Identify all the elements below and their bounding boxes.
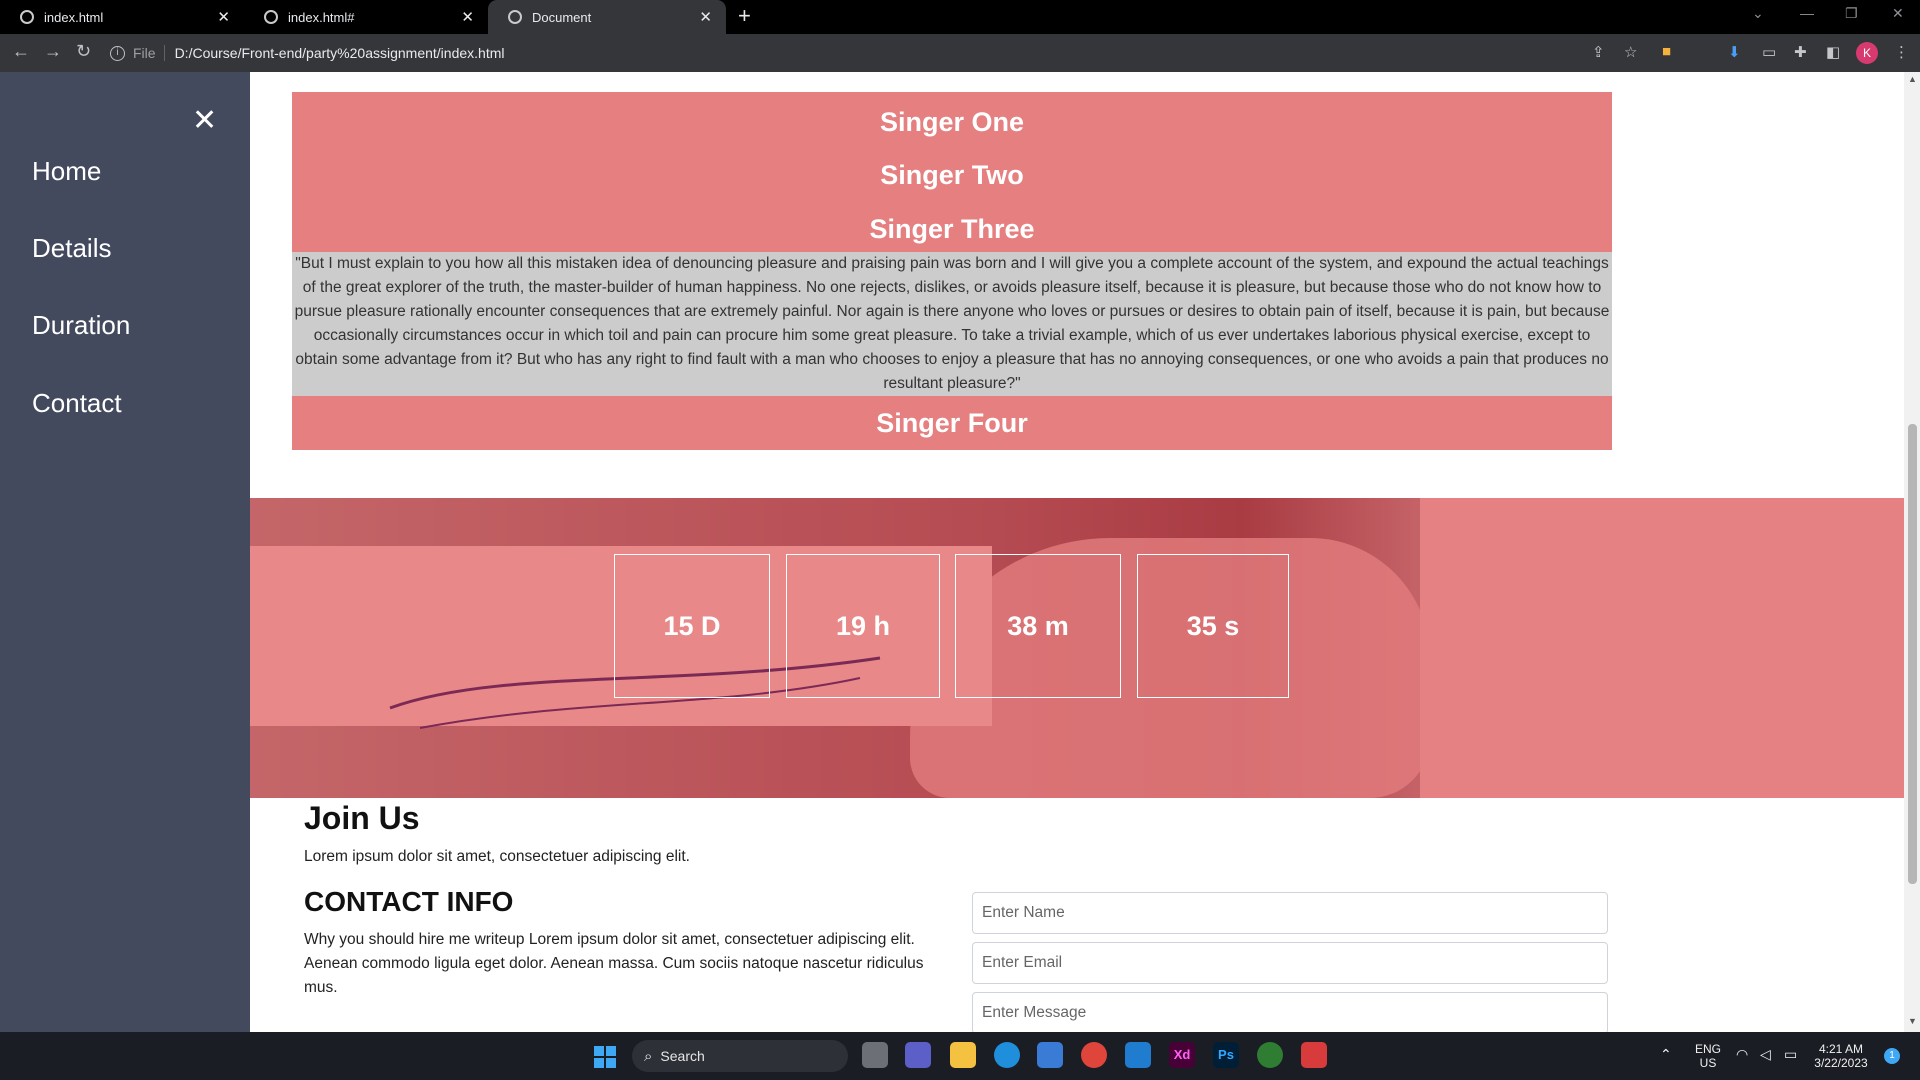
tab-title: Document [532,9,592,25]
scrollbar-thumb[interactable] [1908,424,1917,884]
close-tab-icon[interactable]: ✕ [699,8,712,26]
clock-time: 4:21 AM [1818,1042,1864,1056]
download-icon[interactable]: ⬇ [1728,43,1741,61]
search-icon: ⌕ [644,1047,653,1065]
close-tab-icon[interactable]: ✕ [217,8,230,26]
address-bar[interactable]: i File D:/Course/Front-end/party%20assig… [110,38,1600,68]
snipping-tool-icon[interactable] [1301,1042,1327,1068]
scroll-down-icon[interactable]: ▼ [1908,1016,1917,1026]
join-us-text: Lorem ipsum dolor sit amet, consectetuer… [304,848,690,865]
tab-title: index.html [44,9,104,25]
nav-item-details[interactable]: Details [32,233,111,264]
tab-index-html-hash[interactable]: index.html# ✕ [244,0,488,34]
store-icon[interactable] [1037,1042,1063,1068]
clock[interactable]: 4:21 AM 3/22/2023 [1806,1042,1876,1070]
extension-color-icon[interactable]: ■ [1662,43,1671,60]
side-navigation: ✕ Home Details Duration Contact [0,72,250,1032]
countdown-seconds: 35 s [1137,554,1289,698]
clock-date: 3/22/2023 [1814,1056,1868,1070]
singers-accordion: Singer One Singer Two Singer Three "But … [292,92,1612,450]
menu-icon[interactable]: ⋮ [1894,43,1909,61]
language-indicator[interactable]: ENG US [1692,1042,1724,1070]
teams-icon[interactable] [905,1042,931,1068]
divider [163,45,165,61]
sleeve-photo-shape [1420,498,1904,798]
page-scrollbar[interactable]: ▲ ▼ [1904,72,1920,1032]
tab-title: index.html# [288,9,355,25]
profile-avatar[interactable]: K [1856,42,1878,64]
star-icon[interactable]: ☆ [1624,43,1637,61]
reload-icon[interactable]: ↻ [76,41,91,62]
close-window-icon[interactable]: ✕ [1892,5,1904,22]
email-field[interactable] [972,942,1608,984]
contact-info-text: Why you should hire me writeup Lorem ips… [304,931,924,996]
chrome-icon[interactable] [1081,1042,1107,1068]
nav-item-contact[interactable]: Contact [32,388,122,419]
singer-three-header[interactable]: Singer Three [292,202,1612,252]
qbittorrent-icon[interactable] [1257,1042,1283,1068]
taskbar-search[interactable]: ⌕ Search [632,1040,848,1072]
countdown-banner: 15 D 19 h 38 m 35 s [250,498,1904,798]
globe-icon [508,10,522,24]
browser-toolbar: ← → ↻ i File D:/Course/Front-end/party%2… [0,34,1920,72]
close-icon[interactable]: ✕ [192,106,217,136]
battery-icon[interactable]: ▭ [1784,1046,1797,1063]
page-content: Singer One Singer Two Singer Three "But … [250,72,1904,1032]
language-bottom: US [1699,1056,1717,1070]
singer-four-header[interactable]: Singer Four [292,396,1612,450]
wifi-icon[interactable]: ◠ [1736,1046,1748,1063]
close-tab-icon[interactable]: ✕ [461,8,474,26]
message-field[interactable] [972,992,1608,1032]
tab-index-html[interactable]: index.html ✕ [0,0,244,34]
globe-icon [264,10,278,24]
nav-item-duration[interactable]: Duration [32,310,130,341]
photoshop-icon[interactable]: Ps [1213,1042,1239,1068]
name-field[interactable] [972,892,1608,934]
info-icon[interactable]: i [110,45,125,61]
url-scheme: File [133,45,156,61]
url-text[interactable]: D:/Course/Front-end/party%20assignment/i… [175,45,505,61]
search-label: Search [660,1048,705,1064]
countdown-minutes: 38 m [955,554,1121,698]
windows-taskbar: ⌕ Search Xd Ps ⌃ ENG US ◠ ◁ ▭ 4:21 AM 3/… [0,1032,1920,1080]
scroll-up-icon[interactable]: ▲ [1908,74,1917,84]
plus-icon[interactable]: + [738,3,751,29]
restore-icon[interactable]: ❐ [1845,5,1858,22]
contact-info-title: CONTACT INFO [304,886,514,917]
volume-icon[interactable]: ◁ [1760,1046,1771,1063]
countdown-hours: 19 h [786,554,940,698]
vscode-icon[interactable] [1125,1042,1151,1068]
nav-item-home[interactable]: Home [32,156,101,187]
globe-icon [20,10,34,24]
singer-two-header[interactable]: Singer Two [292,148,1612,202]
tab-search-icon[interactable]: ⌄ [1752,5,1764,22]
folder-icon[interactable] [950,1042,976,1068]
share-icon[interactable]: ⇪ [1592,43,1605,61]
notification-badge[interactable]: 1 [1884,1048,1900,1064]
side-panel-icon[interactable]: ◧ [1826,43,1840,61]
puzzle-icon[interactable]: ✚ [1794,43,1807,61]
back-icon[interactable]: ← [12,41,30,62]
windows-start-icon[interactable] [594,1046,616,1068]
minimize-icon[interactable]: — [1800,5,1814,21]
join-us-title: Join Us [304,800,420,836]
xd-icon[interactable]: Xd [1169,1042,1195,1068]
file-explorer-icon[interactable] [862,1042,888,1068]
forward-icon[interactable]: → [44,41,62,62]
singer-one-header[interactable]: Singer One [292,92,1612,148]
tab-document[interactable]: Document ✕ [488,0,726,34]
extension-icon[interactable]: ▭ [1762,43,1776,61]
edge-icon[interactable] [994,1042,1020,1068]
countdown-days: 15 D [614,554,770,698]
language-top: ENG [1694,1042,1721,1056]
singer-three-description: "But I must explain to you how all this … [292,252,1612,396]
browser-tab-bar: index.html ✕ index.html# ✕ Document ✕ + … [0,0,1920,34]
chevron-up-icon[interactable]: ⌃ [1660,1046,1672,1063]
